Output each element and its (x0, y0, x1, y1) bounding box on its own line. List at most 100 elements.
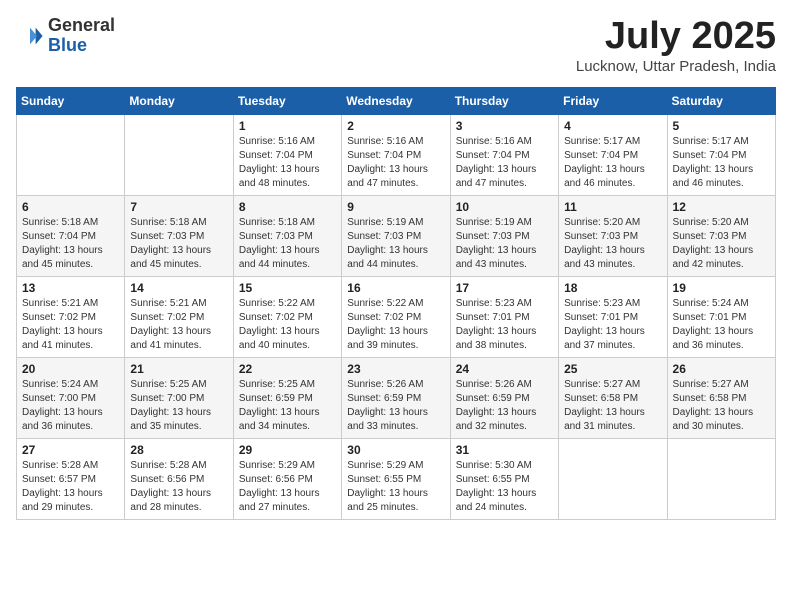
calendar-cell (17, 114, 125, 195)
calendar-cell: 16Sunrise: 5:22 AM Sunset: 7:02 PM Dayli… (342, 276, 450, 357)
day-number: 30 (347, 443, 444, 457)
calendar-week-row: 6 Sunrise: 5:18 AM Sunset: 7:04 PM Daylig… (17, 195, 776, 276)
calendar-cell: 25Sunrise: 5:27 AM Sunset: 6:58 PM Dayli… (559, 357, 667, 438)
day-info: Sunrise: 5:18 AM Sunset: 7:04 PM Dayligh… (22, 216, 119, 272)
logo-general: General (48, 15, 115, 35)
day-number: 28 (130, 443, 227, 457)
calendar-cell: 20 Sunrise: 5:24 AM Sunset: 7:00 PM Dayli… (17, 357, 125, 438)
day-info: Sunrise: 5:27 AM Sunset: 6:58 PM Dayligh… (673, 378, 770, 434)
day-info: Sunrise: 5:26 AM Sunset: 6:59 PM Dayligh… (347, 378, 444, 434)
calendar-cell: 29 Sunrise: 5:29 AM Sunset: 6:56 PM Dayli… (233, 438, 341, 519)
calendar-week-row: 27Sunrise: 5:28 AM Sunset: 6:57 PM Dayli… (17, 438, 776, 519)
day-number: 15 (239, 281, 336, 295)
calendar-cell: 4 Sunrise: 5:17 AM Sunset: 7:04 PM Daylig… (559, 114, 667, 195)
day-info: Sunrise: 5:24 AM Sunset: 7:00 PM Dayligh… (22, 378, 119, 434)
day-info: Sunrise: 5:23 AM Sunset: 7:01 PM Dayligh… (564, 297, 661, 353)
day-info: Sunrise: 5:20 AM Sunset: 7:03 PM Dayligh… (564, 216, 661, 272)
day-number: 4 (564, 119, 661, 133)
weekday-wednesday: Wednesday (342, 87, 450, 114)
weekday-header-row: SundayMondayTuesdayWednesdayThursdayFrid… (17, 87, 776, 114)
logo-blue: Blue (48, 35, 87, 55)
calendar-cell: 7 Sunrise: 5:18 AM Sunset: 7:03 PM Daylig… (125, 195, 233, 276)
calendar-cell: 12Sunrise: 5:20 AM Sunset: 7:03 PM Dayli… (667, 195, 775, 276)
day-number: 12 (673, 200, 770, 214)
calendar-cell: 21Sunrise: 5:25 AM Sunset: 7:00 PM Dayli… (125, 357, 233, 438)
calendar-cell: 19 Sunrise: 5:24 AM Sunset: 7:01 PM Dayli… (667, 276, 775, 357)
day-number: 2 (347, 119, 444, 133)
title-block: July 2025 Lucknow, Uttar Pradesh, India (576, 16, 776, 75)
day-number: 17 (456, 281, 553, 295)
day-info: Sunrise: 5:27 AM Sunset: 6:58 PM Dayligh… (564, 378, 661, 434)
day-number: 3 (456, 119, 553, 133)
day-number: 1 (239, 119, 336, 133)
logo-icon (16, 22, 44, 50)
day-info: Sunrise: 5:29 AM Sunset: 6:56 PM Dayligh… (239, 459, 336, 515)
day-info: Sunrise: 5:17 AM Sunset: 7:04 PM Dayligh… (564, 135, 661, 191)
calendar-cell: 17 Sunrise: 5:23 AM Sunset: 7:01 PM Dayli… (450, 276, 558, 357)
day-number: 18 (564, 281, 661, 295)
logo-text: General Blue (48, 16, 115, 56)
day-number: 8 (239, 200, 336, 214)
calendar-cell: 23 Sunrise: 5:26 AM Sunset: 6:59 PM Dayli… (342, 357, 450, 438)
weekday-friday: Friday (559, 87, 667, 114)
day-number: 16 (347, 281, 444, 295)
weekday-sunday: Sunday (17, 87, 125, 114)
day-number: 23 (347, 362, 444, 376)
day-info: Sunrise: 5:26 AM Sunset: 6:59 PM Dayligh… (456, 378, 553, 434)
calendar-cell: 13Sunrise: 5:21 AM Sunset: 7:02 PM Dayli… (17, 276, 125, 357)
weekday-monday: Monday (125, 87, 233, 114)
day-number: 21 (130, 362, 227, 376)
calendar-cell: 18 Sunrise: 5:23 AM Sunset: 7:01 PM Dayli… (559, 276, 667, 357)
day-number: 9 (347, 200, 444, 214)
calendar-week-row: 1 Sunrise: 5:16 AM Sunset: 7:04 PM Daylig… (17, 114, 776, 195)
calendar-cell: 1 Sunrise: 5:16 AM Sunset: 7:04 PM Daylig… (233, 114, 341, 195)
day-info: Sunrise: 5:19 AM Sunset: 7:03 PM Dayligh… (347, 216, 444, 272)
calendar-cell: 3Sunrise: 5:16 AM Sunset: 7:04 PM Daylig… (450, 114, 558, 195)
day-info: Sunrise: 5:16 AM Sunset: 7:04 PM Dayligh… (239, 135, 336, 191)
calendar-body: 1 Sunrise: 5:16 AM Sunset: 7:04 PM Daylig… (17, 114, 776, 519)
day-info: Sunrise: 5:21 AM Sunset: 7:02 PM Dayligh… (22, 297, 119, 353)
day-info: Sunrise: 5:18 AM Sunset: 7:03 PM Dayligh… (239, 216, 336, 272)
day-info: Sunrise: 5:18 AM Sunset: 7:03 PM Dayligh… (130, 216, 227, 272)
day-number: 24 (456, 362, 553, 376)
calendar-cell: 9 Sunrise: 5:19 AM Sunset: 7:03 PM Daylig… (342, 195, 450, 276)
calendar-cell: 15Sunrise: 5:22 AM Sunset: 7:02 PM Dayli… (233, 276, 341, 357)
calendar-cell (559, 438, 667, 519)
day-info: Sunrise: 5:16 AM Sunset: 7:04 PM Dayligh… (347, 135, 444, 191)
day-number: 27 (22, 443, 119, 457)
day-number: 11 (564, 200, 661, 214)
calendar-cell: 31Sunrise: 5:30 AM Sunset: 6:55 PM Dayli… (450, 438, 558, 519)
month-title: July 2025 (576, 16, 776, 58)
day-info: Sunrise: 5:30 AM Sunset: 6:55 PM Dayligh… (456, 459, 553, 515)
calendar-week-row: 13Sunrise: 5:21 AM Sunset: 7:02 PM Dayli… (17, 276, 776, 357)
day-info: Sunrise: 5:28 AM Sunset: 6:56 PM Dayligh… (130, 459, 227, 515)
day-number: 7 (130, 200, 227, 214)
day-number: 10 (456, 200, 553, 214)
calendar-cell: 27Sunrise: 5:28 AM Sunset: 6:57 PM Dayli… (17, 438, 125, 519)
day-number: 20 (22, 362, 119, 376)
day-info: Sunrise: 5:24 AM Sunset: 7:01 PM Dayligh… (673, 297, 770, 353)
day-number: 29 (239, 443, 336, 457)
day-info: Sunrise: 5:23 AM Sunset: 7:01 PM Dayligh… (456, 297, 553, 353)
calendar-cell: 24 Sunrise: 5:26 AM Sunset: 6:59 PM Dayli… (450, 357, 558, 438)
weekday-thursday: Thursday (450, 87, 558, 114)
calendar-cell: 14Sunrise: 5:21 AM Sunset: 7:02 PM Dayli… (125, 276, 233, 357)
weekday-tuesday: Tuesday (233, 87, 341, 114)
logo: General Blue (16, 16, 115, 56)
weekday-saturday: Saturday (667, 87, 775, 114)
page-header: General Blue July 2025 Lucknow, Uttar Pr… (16, 16, 776, 75)
calendar-cell: 8 Sunrise: 5:18 AM Sunset: 7:03 PM Daylig… (233, 195, 341, 276)
calendar-cell: 10 Sunrise: 5:19 AM Sunset: 7:03 PM Dayli… (450, 195, 558, 276)
day-info: Sunrise: 5:19 AM Sunset: 7:03 PM Dayligh… (456, 216, 553, 272)
location-title: Lucknow, Uttar Pradesh, India (576, 58, 776, 75)
day-number: 22 (239, 362, 336, 376)
calendar-cell: 5Sunrise: 5:17 AM Sunset: 7:04 PM Daylig… (667, 114, 775, 195)
calendar-cell: 6 Sunrise: 5:18 AM Sunset: 7:04 PM Daylig… (17, 195, 125, 276)
day-number: 14 (130, 281, 227, 295)
day-info: Sunrise: 5:17 AM Sunset: 7:04 PM Dayligh… (673, 135, 770, 191)
day-number: 26 (673, 362, 770, 376)
day-number: 19 (673, 281, 770, 295)
calendar-cell: 22Sunrise: 5:25 AM Sunset: 6:59 PM Dayli… (233, 357, 341, 438)
day-number: 6 (22, 200, 119, 214)
calendar-week-row: 20 Sunrise: 5:24 AM Sunset: 7:00 PM Dayli… (17, 357, 776, 438)
